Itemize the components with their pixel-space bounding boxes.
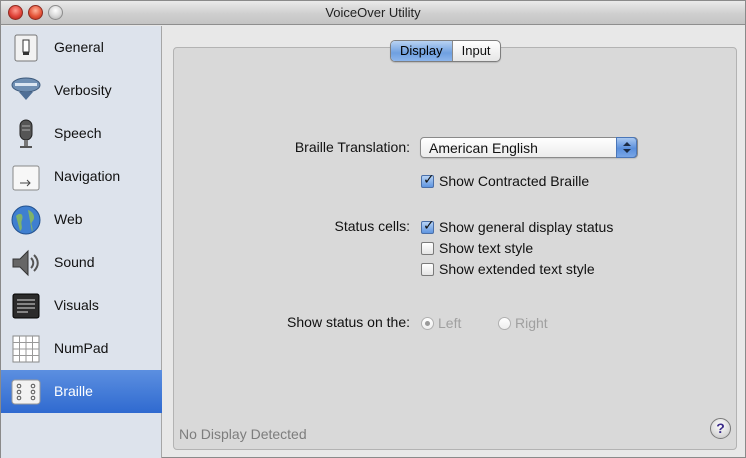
sidebar: General Verbosity Speech Navigation Web … bbox=[1, 26, 162, 458]
sidebar-item-speech[interactable]: Speech bbox=[1, 112, 162, 155]
braille-icon bbox=[11, 379, 41, 405]
general-icon bbox=[14, 34, 38, 62]
sidebar-item-navigation[interactable]: Navigation bbox=[1, 155, 162, 198]
show-general-display-status-row[interactable]: ✓ Show general display status bbox=[421, 217, 614, 235]
speaker-icon bbox=[12, 249, 39, 277]
voiceover-utility-window: VoiceOver Utility General Verbosity Spee… bbox=[0, 0, 746, 458]
tab-input[interactable]: Input bbox=[453, 41, 500, 61]
show-text-style-checkbox[interactable] bbox=[421, 241, 434, 255]
braille-translation-value: American English bbox=[429, 140, 538, 156]
sidebar-item-visuals[interactable]: Visuals bbox=[1, 284, 162, 327]
sidebar-item-label: Verbosity bbox=[54, 82, 112, 98]
sidebar-item-label: Sound bbox=[54, 254, 95, 270]
show-extended-text-style-row[interactable]: Show extended text style bbox=[421, 261, 595, 277]
sidebar-item-label: Visuals bbox=[54, 297, 99, 313]
status-left-label: Left bbox=[438, 315, 462, 331]
sidebar-item-label: Braille bbox=[54, 383, 93, 399]
show-extended-text-style-checkbox[interactable] bbox=[421, 262, 434, 276]
display-status-text: No Display Detected bbox=[179, 426, 307, 442]
show-general-display-status-label: Show general display status bbox=[439, 219, 614, 235]
tab-control: Display Input bbox=[390, 40, 501, 62]
window-title: VoiceOver Utility bbox=[325, 5, 421, 20]
globe-icon bbox=[11, 205, 41, 235]
status-left-radio[interactable] bbox=[421, 316, 434, 330]
navigation-icon bbox=[12, 165, 40, 191]
sidebar-item-verbosity[interactable]: Verbosity bbox=[1, 69, 162, 112]
sidebar-item-braille[interactable]: Braille bbox=[1, 370, 162, 413]
sidebar-item-general[interactable]: General bbox=[1, 26, 162, 69]
help-button[interactable]: ? bbox=[710, 418, 731, 439]
status-right-radio-row[interactable]: Right bbox=[498, 315, 548, 331]
status-left-radio-row[interactable]: Left bbox=[421, 315, 461, 331]
title-bar[interactable]: VoiceOver Utility bbox=[1, 1, 745, 25]
show-contracted-braille-label: Show Contracted Braille bbox=[439, 173, 590, 189]
microphone-icon bbox=[19, 119, 33, 148]
popup-arrows-icon bbox=[616, 137, 637, 158]
sidebar-item-label: Navigation bbox=[54, 168, 121, 184]
sidebar-item-label: Web bbox=[54, 211, 83, 227]
show-status-on-label: Show status on the: bbox=[287, 314, 410, 330]
status-cells-label: Status cells: bbox=[334, 218, 410, 234]
status-right-label: Right bbox=[515, 315, 548, 331]
show-contracted-braille-row[interactable]: ✓ Show Contracted Braille bbox=[421, 171, 590, 189]
verbosity-icon bbox=[11, 77, 41, 100]
show-general-display-status-checkbox[interactable]: ✓ bbox=[421, 217, 435, 234]
show-text-style-label: Show text style bbox=[439, 240, 534, 256]
show-extended-text-style-label: Show extended text style bbox=[439, 261, 595, 277]
sidebar-item-label: General bbox=[54, 39, 104, 55]
sidebar-item-web[interactable]: Web bbox=[1, 198, 162, 241]
numpad-icon bbox=[12, 335, 40, 363]
sidebar-item-label: NumPad bbox=[54, 340, 109, 356]
braille-translation-popup[interactable]: American English bbox=[420, 137, 638, 158]
status-right-radio[interactable] bbox=[498, 316, 511, 330]
sidebar-item-label: Speech bbox=[54, 125, 102, 141]
show-contracted-braille-checkbox[interactable]: ✓ bbox=[421, 171, 435, 188]
tab-display[interactable]: Display bbox=[391, 41, 452, 61]
visuals-icon bbox=[12, 293, 40, 319]
sidebar-item-numpad[interactable]: NumPad bbox=[1, 327, 162, 370]
show-text-style-row[interactable]: Show text style bbox=[421, 240, 533, 256]
sidebar-item-sound[interactable]: Sound bbox=[1, 241, 162, 284]
braille-translation-label: Braille Translation: bbox=[294, 139, 410, 155]
